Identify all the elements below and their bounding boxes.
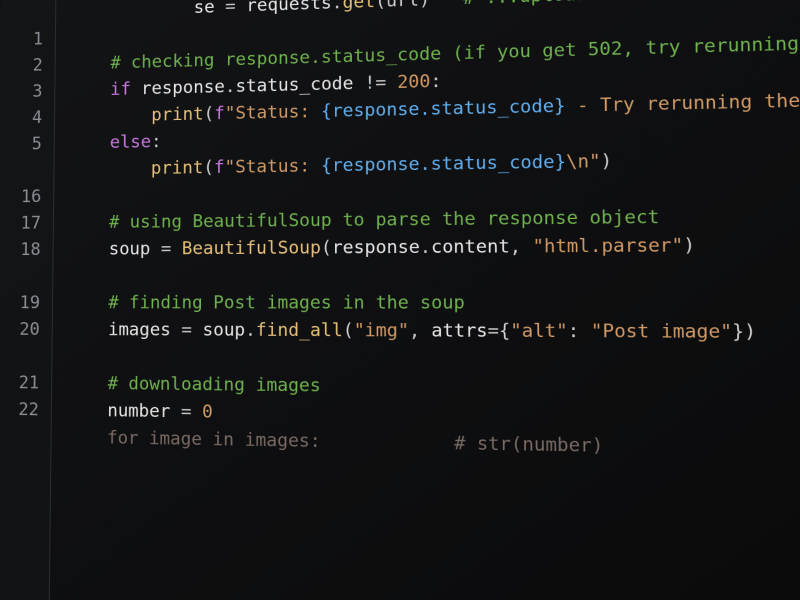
token: 200 — [397, 71, 430, 93]
token: = — [150, 239, 182, 260]
token: "Post image" — [591, 321, 733, 344]
line-number: 1 — [0, 26, 43, 53]
token: soup — [109, 239, 151, 260]
token: get — [343, 0, 376, 13]
token: # finding Post images in the soup — [108, 292, 465, 314]
token: , — [409, 320, 431, 342]
line-number: 2 — [0, 52, 43, 79]
line-number — [0, 423, 39, 451]
line-number: 5 — [0, 131, 42, 158]
token: . — [245, 320, 256, 341]
token: BeautifulSoup — [182, 238, 321, 260]
token: ( — [321, 238, 332, 259]
token: requests — [246, 0, 332, 16]
token: = — [170, 401, 202, 422]
line-number — [0, 450, 38, 478]
token: {response.status_code} — [321, 96, 566, 122]
token: ( — [204, 104, 215, 125]
line-number: 16 — [0, 184, 41, 211]
token: : — [430, 71, 441, 92]
token: response — [332, 237, 420, 259]
line-number — [0, 584, 37, 600]
token: : — [151, 132, 162, 153]
token: 0 — [202, 402, 213, 423]
token: "Status: — [225, 101, 321, 124]
token: . — [332, 0, 343, 14]
token: = — [488, 321, 499, 343]
token: }) — [732, 321, 756, 343]
token: "alt" — [510, 321, 567, 343]
line-number — [0, 477, 38, 505]
line-number-gutter: 12345 161718 1920 2122 — [0, 0, 56, 600]
token: attrs — [431, 320, 487, 342]
token: number — [107, 401, 170, 423]
line-number — [0, 0, 43, 27]
token: find_all — [256, 320, 343, 341]
token: \n" — [566, 151, 601, 173]
token: { — [499, 321, 511, 343]
token: f — [214, 104, 225, 125]
token: f — [214, 157, 225, 178]
token: : — [568, 321, 591, 343]
line-number: 22 — [0, 396, 39, 423]
line-number: 19 — [0, 290, 40, 317]
line-number: 17 — [0, 210, 41, 237]
token: != — [353, 72, 397, 94]
line-number — [0, 343, 40, 370]
token: print — [151, 104, 203, 126]
line-number: 3 — [0, 78, 43, 105]
token: ) — [600, 151, 612, 173]
code-line[interactable]: soup = BeautifulSoup(response.content, "… — [67, 230, 800, 263]
line-number — [0, 157, 42, 184]
token: if — [110, 79, 131, 100]
line-number: 4 — [0, 105, 42, 132]
token: ( — [203, 157, 214, 178]
token: else — [110, 132, 152, 153]
code-line[interactable]: # finding Post images in the soup — [67, 289, 800, 318]
token: - Try rerunning the code\n" — [565, 88, 800, 117]
line-number — [0, 530, 37, 558]
token: ) — [683, 235, 695, 257]
token: print — [151, 158, 204, 179]
line-number: 20 — [0, 316, 40, 343]
token: # using BeautifulSoup to parse the respo… — [109, 207, 660, 233]
token: (url) — [375, 0, 430, 12]
line-number: 18 — [0, 237, 41, 264]
line-number — [0, 557, 37, 586]
code-line[interactable] — [67, 260, 800, 290]
token: images — [108, 320, 171, 341]
code-line[interactable]: images = soup.find_all("img", attrs={"al… — [67, 316, 800, 347]
token: # downloading images — [108, 374, 321, 397]
token: . — [420, 237, 431, 258]
code-area[interactable]: se = requests.get(url) # ...upload from … — [50, 0, 800, 600]
token: content — [431, 236, 510, 258]
token: soup — [202, 320, 245, 341]
code-editor[interactable]: 1234516171819202122 se = requests.get(ur… — [0, 0, 800, 600]
token: {response.status_code} — [321, 152, 566, 177]
line-number — [0, 263, 41, 290]
token: . — [225, 76, 236, 97]
token: , — [510, 236, 533, 258]
line-number — [0, 503, 38, 531]
token: se — [194, 0, 215, 18]
token: ( — [343, 320, 354, 341]
token: = — [215, 0, 247, 18]
line-number: 21 — [0, 370, 39, 397]
token: for image in images: # str(number) — [107, 428, 603, 458]
token: "Status: — [224, 156, 320, 178]
token: "img" — [354, 320, 409, 342]
token: response — [131, 77, 225, 100]
token: = — [171, 320, 203, 341]
token: "html.parser" — [532, 235, 683, 258]
token: status_code — [235, 73, 353, 97]
